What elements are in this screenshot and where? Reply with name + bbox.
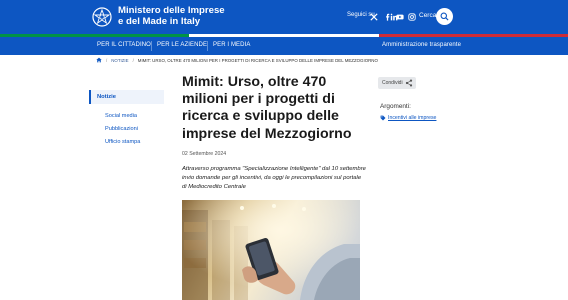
main-navigation: PER IL CITTADINO PER LE AZIENDE PER I ME… (0, 37, 568, 55)
nav-divider (207, 41, 208, 51)
sidebar-item-social-media[interactable]: Social media (105, 113, 137, 119)
sidebar-item-ufficio-stampa[interactable]: Ufficio stampa (105, 139, 140, 145)
article-date: 02 Settembre 2024 (182, 151, 227, 157)
article-photo (182, 200, 360, 300)
warehouse-photo-illustration (182, 200, 360, 300)
share-label: Condividi (382, 80, 403, 86)
article-title: Mimit: Urso, oltre 470 milioni per i pro… (182, 74, 352, 142)
share-button[interactable]: Condividi (378, 77, 416, 89)
sidebar-item-label: Notizie (97, 94, 117, 100)
sidebar-item-notizie[interactable]: Notizie (89, 90, 164, 104)
topic-label: Incentivi alle imprese (388, 115, 437, 121)
tag-icon (380, 115, 386, 121)
article-lead: Attraverso programma "Specializzazione I… (182, 166, 366, 191)
sidebar-item-pubblicazioni[interactable]: Pubblicazioni (105, 126, 138, 132)
breadcrumb-separator: / (106, 57, 108, 63)
breadcrumb: / NOTIZIE / MIMIT: URSO, OLTRE 470 MILIO… (96, 56, 378, 64)
nav-per-i-media[interactable]: PER I MEDIA (213, 42, 250, 48)
ministry-name-line1: Ministero delle Imprese (118, 5, 225, 16)
search-icon (440, 12, 449, 21)
share-icon (405, 79, 413, 87)
breadcrumb-current: MIMIT: URSO, OLTRE 470 MILIONI PER I PRO… (137, 57, 378, 63)
x-icon[interactable] (370, 13, 378, 21)
header-bar: Ministero delle Imprese e del Made in It… (0, 0, 568, 34)
republic-emblem-icon[interactable] (92, 6, 112, 28)
topic-incentivi-alle-imprese[interactable]: Incentivi alle imprese (380, 115, 436, 121)
search-label: Cerca (419, 12, 437, 19)
breadcrumb-separator: / (132, 57, 134, 63)
linkedin-icon[interactable] (390, 13, 398, 21)
search-button[interactable] (436, 8, 453, 25)
nav-per-le-aziende[interactable]: PER LE AZIENDE (157, 42, 207, 48)
ministry-name[interactable]: Ministero delle Imprese e del Made in It… (118, 5, 225, 27)
nav-divider (151, 41, 152, 51)
breadcrumb-notizie[interactable]: NOTIZIE (111, 58, 128, 63)
nav-per-il-cittadino[interactable]: PER IL CITTADINO (97, 42, 151, 48)
nav-amministrazione-trasparente[interactable]: Amministrazione trasparente (382, 42, 461, 48)
ministry-name-line2: e del Made in Italy (118, 15, 201, 27)
instagram-icon[interactable] (408, 13, 416, 21)
topics-title: Argomenti: (380, 103, 411, 110)
home-icon[interactable] (96, 57, 102, 63)
